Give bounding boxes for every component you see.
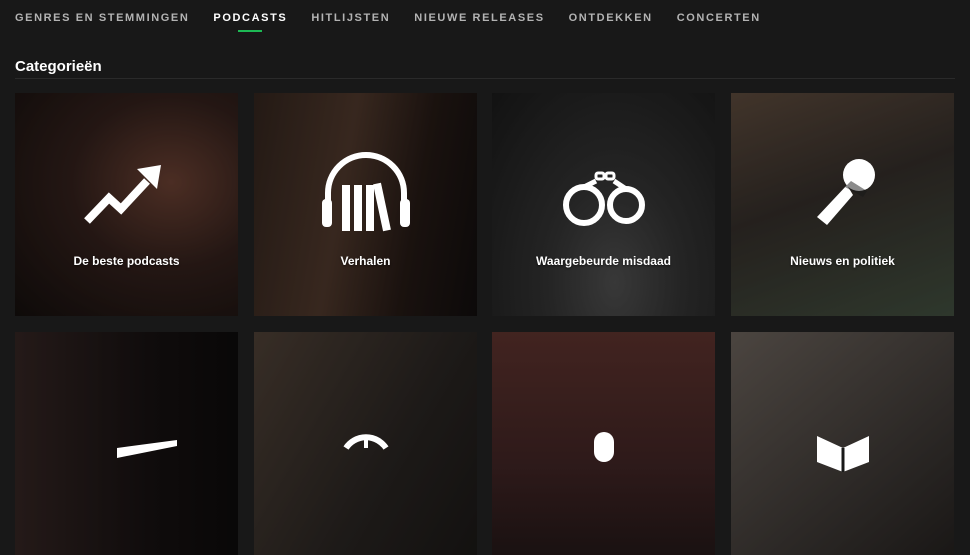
trending-up-icon <box>83 165 161 224</box>
category-label: Waargebeurde misdaad <box>536 254 671 268</box>
tab-nieuwe-releases[interactable]: NIEUWE RELEASES <box>414 0 544 34</box>
category-tile-8[interactable] <box>731 332 954 555</box>
tab-hitlijsten[interactable]: HITLIJSTEN <box>311 0 390 34</box>
tab-ontdekken[interactable]: ONTDEKKEN <box>569 0 653 34</box>
category-tile-nieuws-en-politiek[interactable]: Nieuws en politiek <box>731 93 954 316</box>
microphone-icon <box>816 159 875 225</box>
section-divider <box>15 78 955 79</box>
headphones-books-icon <box>321 152 410 232</box>
category-tile-waargebeurde-misdaad[interactable]: Waargebeurde misdaad <box>492 93 715 316</box>
category-tile-7[interactable] <box>492 332 715 555</box>
category-tile-de-beste-podcasts[interactable]: De beste podcasts <box>15 93 238 316</box>
microphone-icon <box>593 432 614 462</box>
category-label: De beste podcasts <box>73 254 180 268</box>
tab-podcasts[interactable]: PODCASTS <box>213 0 287 34</box>
category-label: Nieuws en politiek <box>790 254 895 268</box>
category-tile-6[interactable] <box>254 332 477 555</box>
basketball-icon <box>343 434 388 450</box>
section-title: Categorieën <box>15 58 102 75</box>
tab-genres-en-stemmingen[interactable]: GENRES EN STEMMINGEN <box>15 0 189 34</box>
top-nav: GENRES EN STEMMINGEN PODCASTS HITLIJSTEN… <box>0 0 970 34</box>
category-tile-5[interactable] <box>15 332 238 555</box>
handcuffs-icon <box>562 171 645 226</box>
tab-concerten[interactable]: CONCERTEN <box>677 0 761 34</box>
category-label: Verhalen <box>340 254 391 268</box>
ticket-icon <box>116 440 177 458</box>
open-book-icon <box>816 436 869 472</box>
category-tile-verhalen[interactable]: Verhalen <box>254 93 477 316</box>
